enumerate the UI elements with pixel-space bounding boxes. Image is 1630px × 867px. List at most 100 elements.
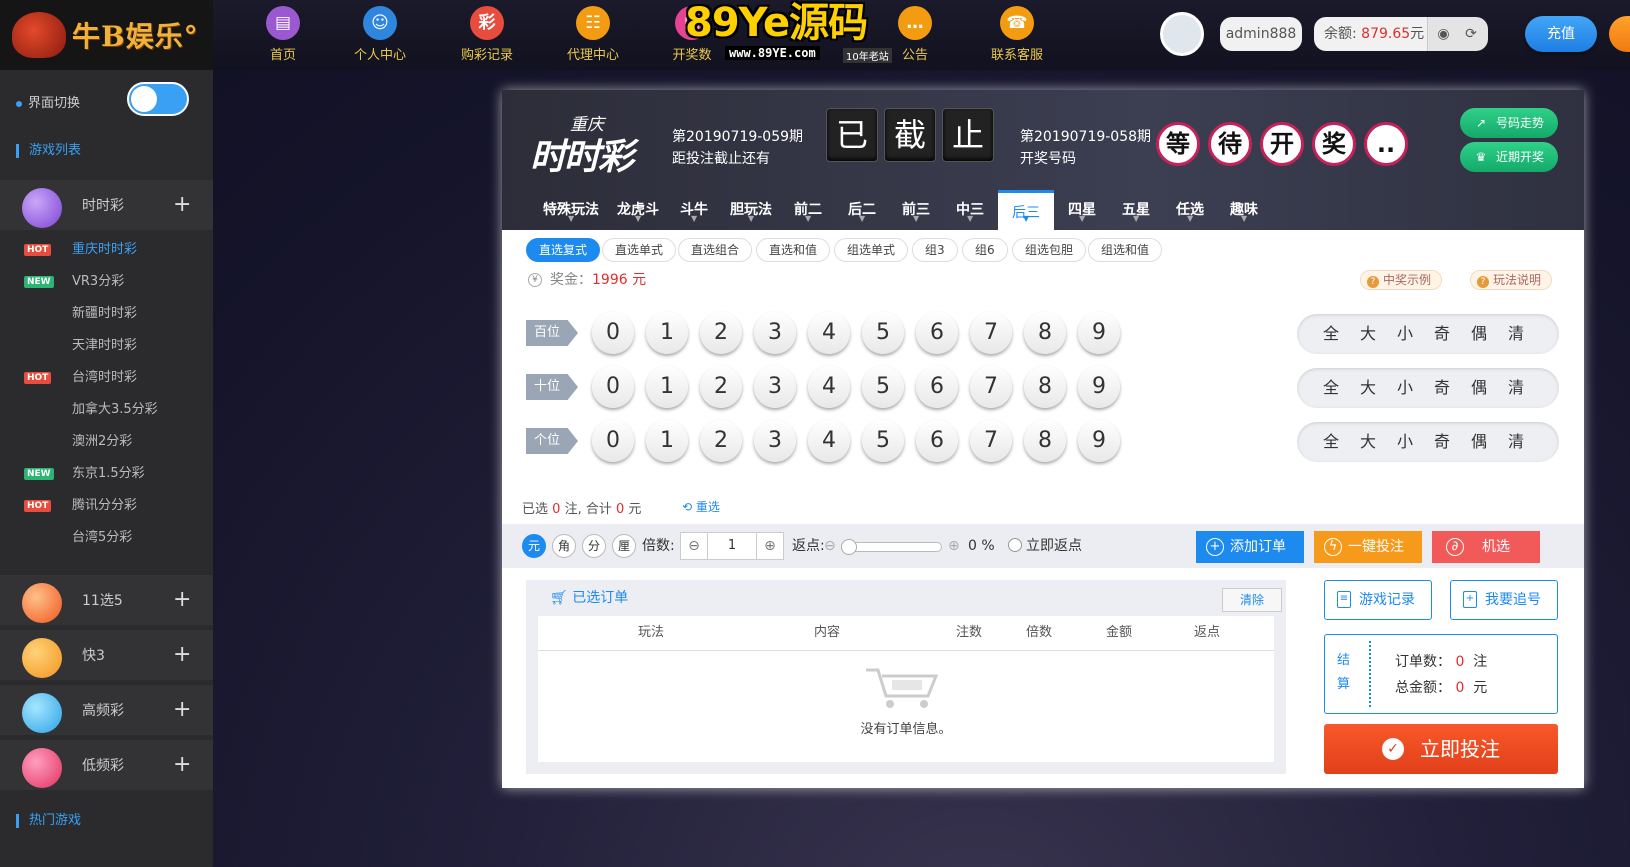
quick-select-button[interactable]: 奇 bbox=[1424, 422, 1460, 462]
refresh-icon[interactable]: ⟳ bbox=[1454, 17, 1488, 51]
number-ball[interactable]: 2 bbox=[700, 312, 742, 354]
quick-select-button[interactable]: 奇 bbox=[1424, 368, 1460, 408]
withdraw-button[interactable] bbox=[1609, 16, 1630, 52]
number-ball[interactable]: 0 bbox=[592, 420, 634, 462]
quick-select-button[interactable]: 小 bbox=[1387, 422, 1423, 462]
rebate-minus-icon[interactable]: ⊖ bbox=[824, 534, 836, 558]
trend-button[interactable]: ↗ 号码走势 bbox=[1460, 108, 1558, 138]
unit-jiao[interactable]: 角 bbox=[552, 534, 576, 558]
quick-select-button[interactable]: 全 bbox=[1313, 368, 1349, 408]
nav-lottery-record[interactable]: 彩 购彩记录 bbox=[442, 6, 532, 63]
subtab-direct-single[interactable]: 直选单式 bbox=[602, 238, 677, 262]
subtab-direct-combo[interactable]: 直选组合 bbox=[678, 238, 753, 262]
quick-select-button[interactable]: 大 bbox=[1350, 422, 1386, 462]
recent-draws-button[interactable]: ♛ 近期开奖 bbox=[1460, 142, 1558, 172]
subtab-group-single[interactable]: 组选单式 bbox=[834, 238, 909, 262]
quick-select-button[interactable]: 小 bbox=[1387, 368, 1423, 408]
subtab-direct-sum[interactable]: 直选和值 bbox=[756, 238, 831, 262]
number-ball[interactable]: 8 bbox=[1024, 312, 1066, 354]
unit-fen[interactable]: 分 bbox=[582, 534, 606, 558]
category-low-freq[interactable]: 低频彩 + bbox=[0, 740, 213, 790]
multiple-input[interactable]: 1 bbox=[707, 533, 757, 559]
instant-rebate-radio[interactable]: 立即返点 bbox=[1008, 534, 1082, 558]
tab-front2[interactable]: 前二 ▼ bbox=[786, 190, 830, 230]
number-ball[interactable]: 2 bbox=[700, 420, 742, 462]
number-ball[interactable]: 4 bbox=[808, 420, 850, 462]
expand-icon[interactable]: + bbox=[173, 180, 191, 230]
nav-home[interactable]: ▤ 首页 bbox=[238, 6, 328, 63]
tab-douniu[interactable]: 斗牛 ▼ bbox=[672, 190, 716, 230]
number-ball[interactable]: 4 bbox=[808, 366, 850, 408]
tab-fun[interactable]: 趣味 ▼ bbox=[1222, 190, 1266, 230]
number-ball[interactable]: 3 bbox=[754, 420, 796, 462]
plus-icon[interactable]: ⊕ bbox=[757, 533, 783, 559]
tab-four-star[interactable]: 四星 ▼ bbox=[1060, 190, 1104, 230]
subtab-group-dan[interactable]: 组选包胆 bbox=[1012, 238, 1087, 262]
rules-button[interactable]: ? 玩法说明 bbox=[1470, 270, 1553, 290]
clear-orders-button[interactable]: 清除 bbox=[1222, 588, 1282, 612]
number-ball[interactable]: 9 bbox=[1078, 312, 1120, 354]
category-ssc[interactable]: 时时彩 + bbox=[0, 180, 213, 230]
quick-select-button[interactable]: 清 bbox=[1498, 314, 1534, 354]
tab-special[interactable]: 特殊玩法 ▼ bbox=[536, 190, 606, 230]
site-logo[interactable]: 牛B娱乐° bbox=[0, 0, 213, 70]
unit-yuan[interactable]: 元 bbox=[522, 534, 546, 558]
interface-toggle[interactable] bbox=[127, 82, 189, 116]
number-ball[interactable]: 4 bbox=[808, 312, 850, 354]
category-k3[interactable]: 快3 + bbox=[0, 630, 213, 680]
nav-support[interactable]: ☎ 联系客服 bbox=[972, 6, 1062, 63]
quick-select-button[interactable]: 大 bbox=[1350, 314, 1386, 354]
add-order-button[interactable]: + 添加订单 bbox=[1196, 531, 1304, 563]
tab-dan[interactable]: 胆玩法 ▼ bbox=[722, 190, 780, 230]
avatar[interactable] bbox=[1160, 12, 1204, 56]
subtab-group3[interactable]: 组3 bbox=[912, 238, 958, 262]
number-ball[interactable]: 1 bbox=[646, 420, 688, 462]
number-ball[interactable]: 6 bbox=[916, 312, 958, 354]
quick-select-button[interactable]: 偶 bbox=[1461, 422, 1497, 462]
submit-bet-button[interactable]: ✓ 立即投注 bbox=[1324, 724, 1558, 774]
game-item[interactable]: 新疆时时彩 bbox=[0, 299, 213, 329]
number-ball[interactable]: 6 bbox=[916, 420, 958, 462]
game-item[interactable]: 台湾5分彩 bbox=[0, 523, 213, 553]
game-item[interactable]: HOT 腾讯分分彩 bbox=[0, 491, 213, 521]
random-pick-button[interactable]: ∂ 机选 bbox=[1432, 531, 1540, 563]
nav-user-center[interactable]: ☺ 个人中心 bbox=[335, 6, 425, 63]
game-item[interactable]: NEW VR3分彩 bbox=[0, 267, 213, 297]
number-ball[interactable]: 1 bbox=[646, 366, 688, 408]
game-item[interactable]: 天津时时彩 bbox=[0, 331, 213, 361]
quick-select-button[interactable]: 偶 bbox=[1461, 314, 1497, 354]
chase-number-button[interactable]: + 我要追号 bbox=[1450, 580, 1558, 620]
number-ball[interactable]: 8 bbox=[1024, 366, 1066, 408]
one-click-bet-button[interactable]: ϟ 一键投注 bbox=[1314, 531, 1422, 563]
number-ball[interactable]: 5 bbox=[862, 312, 904, 354]
username[interactable]: admin888 bbox=[1220, 17, 1302, 51]
tab-five-star[interactable]: 五星 ▼ bbox=[1114, 190, 1158, 230]
recharge-button[interactable]: 充值 bbox=[1525, 16, 1597, 52]
number-ball[interactable]: 5 bbox=[862, 366, 904, 408]
quick-select-button[interactable]: 清 bbox=[1498, 368, 1534, 408]
tab-any[interactable]: 任选 ▼ bbox=[1168, 190, 1212, 230]
nav-agent-center[interactable]: ☷ 代理中心 bbox=[548, 6, 638, 63]
expand-icon[interactable]: + bbox=[173, 685, 191, 735]
tab-mid3[interactable]: 中三 ▼ bbox=[948, 190, 992, 230]
game-item[interactable]: HOT 台湾时时彩 bbox=[0, 363, 213, 393]
game-history-button[interactable]: ≡ 游戏记录 bbox=[1324, 580, 1432, 620]
quick-select-button[interactable]: 全 bbox=[1313, 422, 1349, 462]
number-ball[interactable]: 9 bbox=[1078, 366, 1120, 408]
number-ball[interactable]: 0 bbox=[592, 366, 634, 408]
number-ball[interactable]: 3 bbox=[754, 366, 796, 408]
win-example-button[interactable]: ? 中奖示例 bbox=[1360, 270, 1443, 290]
category-high-freq[interactable]: 高频彩 + bbox=[0, 685, 213, 735]
number-ball[interactable]: 6 bbox=[916, 366, 958, 408]
quick-select-button[interactable]: 偶 bbox=[1461, 368, 1497, 408]
tab-back3[interactable]: 后三 ▼ bbox=[998, 190, 1054, 230]
unit-li[interactable]: 厘 bbox=[612, 534, 636, 558]
tab-back2[interactable]: 后二 ▼ bbox=[840, 190, 884, 230]
game-item[interactable]: 澳洲2分彩 bbox=[0, 427, 213, 457]
quick-select-button[interactable]: 大 bbox=[1350, 368, 1386, 408]
category-11x5[interactable]: 11选5 + bbox=[0, 575, 213, 625]
game-item[interactable]: HOT 重庆时时彩 bbox=[0, 235, 213, 265]
expand-icon[interactable]: + bbox=[173, 630, 191, 680]
tab-dragon-tiger[interactable]: 龙虎斗 ▼ bbox=[610, 190, 666, 230]
expand-icon[interactable]: + bbox=[173, 740, 191, 790]
